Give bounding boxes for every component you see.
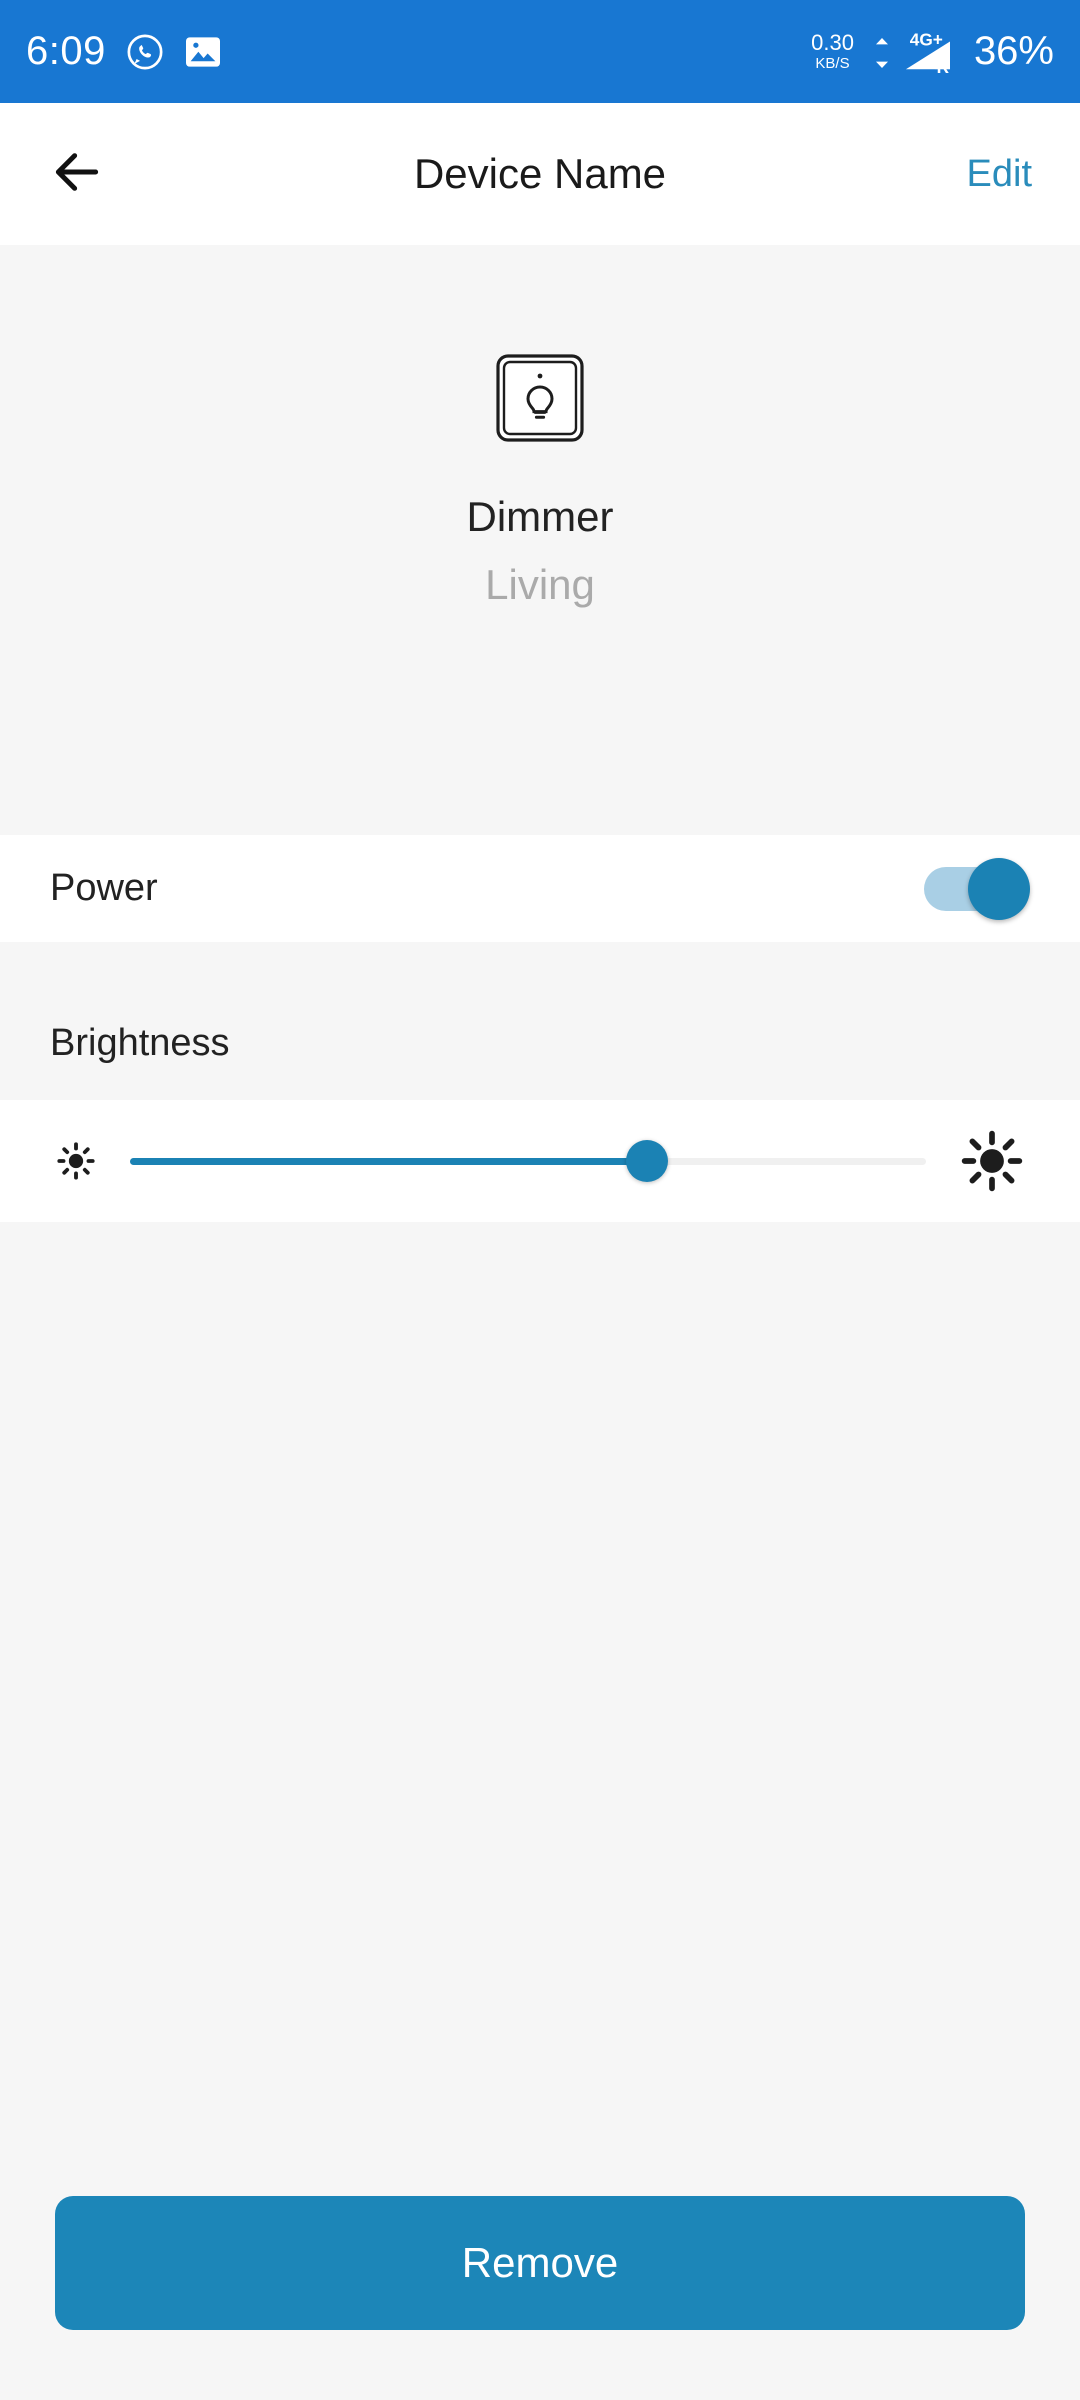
brightness-slider-row (0, 1100, 1080, 1222)
sun-high-icon[interactable] (944, 1130, 1040, 1192)
power-toggle[interactable] (924, 857, 1030, 920)
battery-percentage: 36% (973, 29, 1054, 73)
status-bar-left: 6:09 (26, 29, 222, 74)
brightness-label: Brightness (50, 1021, 230, 1064)
power-row[interactable]: Power (0, 835, 1080, 942)
svg-text:4G+: 4G+ (910, 29, 943, 49)
content-spacer (0, 1222, 1080, 2192)
svg-text:R: R (937, 57, 950, 75)
network-speed-value: 0.30 (811, 30, 854, 55)
brightness-section-header: Brightness (0, 986, 1080, 1100)
sun-low-icon[interactable] (40, 1139, 112, 1183)
signal-strength-icon: 4G+ R (870, 29, 958, 75)
brightness-slider[interactable] (130, 1130, 926, 1192)
brightness-slider-thumb[interactable] (626, 1140, 669, 1182)
device-detail-screen: 6:09 0.30 KB/S 4G+ R 36% Device Name Edi… (0, 0, 1080, 2400)
status-bar-clock: 6:09 (26, 29, 106, 73)
network-speed-unit: KB/S (815, 55, 850, 72)
status-bar: 6:09 0.30 KB/S 4G+ R 36% (0, 0, 1080, 103)
status-bar-right: 0.30 KB/S 4G+ R 36% (811, 29, 1054, 75)
back-button[interactable] (42, 139, 112, 209)
whatsapp-icon (126, 33, 164, 71)
dimmer-switch-bulb-icon (492, 350, 588, 451)
back-arrow-icon (49, 144, 105, 205)
page-title: Device Name (413, 150, 667, 197)
network-speed-indicator: 0.30 KB/S (811, 30, 854, 72)
power-toggle-thumb[interactable] (968, 857, 1030, 920)
bottom-padding (0, 2330, 1080, 2400)
gallery-icon (184, 35, 222, 69)
brightness-slider-fill (130, 1157, 648, 1165)
app-bar: Device Name Edit (0, 103, 1080, 245)
remove-button[interactable]: Remove (55, 2196, 1025, 2330)
edit-button[interactable]: Edit (967, 153, 1032, 196)
device-room-label: Living (485, 561, 595, 608)
device-hero-section: Dimmer Living (0, 245, 1080, 835)
device-name-label: Dimmer (466, 493, 614, 540)
power-label: Power (50, 867, 158, 909)
